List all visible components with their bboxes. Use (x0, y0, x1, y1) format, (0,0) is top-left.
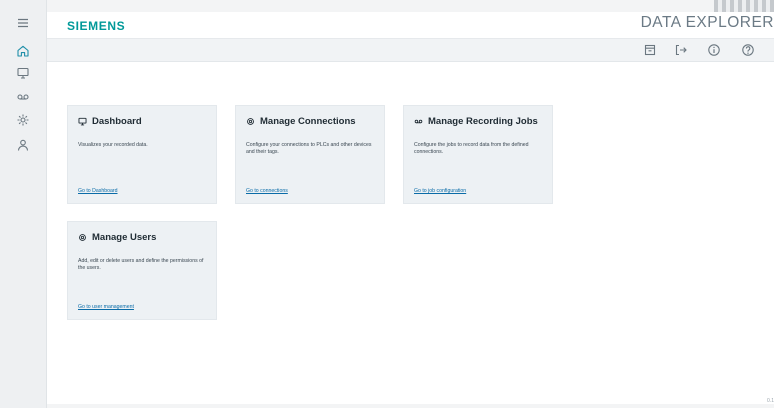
card-manage-users: Manage Users Add, edit or delete users a… (68, 222, 216, 319)
help-button[interactable] (741, 43, 755, 57)
hamburger-menu-icon (18, 18, 28, 28)
home-icon (17, 45, 29, 57)
archive-button[interactable] (643, 43, 657, 57)
app-title: DATA EXPLORER (640, 14, 774, 31)
info-button[interactable] (707, 43, 721, 57)
go-to-user-management-link[interactable]: Go to user management (78, 304, 134, 310)
sidebar-item-connections[interactable] (0, 109, 46, 131)
card-description: Configure the jobs to record data from t… (414, 142, 529, 155)
card-title-text: Manage Connections (260, 116, 356, 127)
sidebar-item-users[interactable] (0, 134, 46, 156)
gear-icon (247, 118, 254, 125)
card-title-text: Dashboard (92, 116, 142, 127)
card-title-text: Manage Recording Jobs (428, 116, 538, 127)
card-dashboard: Dashboard Visualizes your recorded data.… (68, 106, 216, 203)
sidebar-menu-button[interactable] (0, 12, 46, 34)
card-title: Manage Recording Jobs (414, 116, 538, 127)
card-title-text: Manage Users (92, 232, 157, 243)
card-manage-recording-jobs: Manage Recording Jobs Configure the jobs… (404, 106, 552, 203)
info-icon (708, 44, 720, 56)
card-description: Add, edit or delete users and define the… (78, 258, 204, 271)
monitor-icon (78, 117, 87, 126)
go-to-dashboard-link[interactable]: Go to Dashboard (78, 188, 118, 194)
recording-icon (17, 94, 29, 100)
help-icon (742, 44, 754, 56)
card-title: Manage Users (78, 232, 156, 243)
logout-icon (675, 44, 687, 56)
archive-icon (644, 44, 656, 56)
recording-icon (414, 119, 423, 124)
card-description: Visualizes your recorded data. (78, 142, 148, 148)
gear-icon (17, 114, 29, 126)
sidebar-item-dashboard[interactable] (0, 62, 46, 84)
go-to-connections-link[interactable]: Go to connections (246, 188, 288, 194)
go-to-job-configuration-link[interactable]: Go to job configuration (414, 188, 466, 194)
gear-icon (79, 234, 86, 241)
brand-logo: SIEMENS (67, 19, 126, 33)
toolbar (47, 39, 774, 62)
card-description: Configure your connections to PLCs and o… (246, 142, 372, 155)
background-window-edge-top (714, 0, 774, 12)
version-label: 0.1 (767, 398, 774, 404)
app-window: SIEMENS DATA EXPLORER Dashboard Visualiz… (47, 12, 774, 404)
top-header: SIEMENS DATA EXPLORER (47, 12, 774, 39)
card-title: Dashboard (78, 116, 142, 127)
monitor-icon (17, 67, 29, 79)
logout-button[interactable] (674, 43, 688, 57)
card-manage-connections: Manage Connections Configure your connec… (236, 106, 384, 203)
sidebar-item-recording-jobs[interactable] (0, 86, 46, 108)
user-icon (17, 139, 29, 151)
sidebar (0, 0, 47, 408)
sidebar-item-home[interactable] (0, 40, 46, 62)
card-title: Manage Connections (246, 116, 356, 127)
